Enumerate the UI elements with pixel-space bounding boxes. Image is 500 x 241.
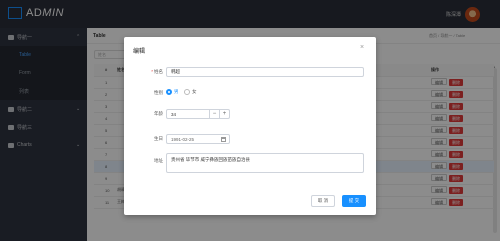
cancel-button[interactable]: 取 消: [311, 195, 335, 207]
gender-male-label: 男: [174, 89, 179, 94]
age-value: 34: [171, 112, 177, 117]
birthday-label: 生日: [154, 136, 163, 141]
gender-female-label: 女: [192, 89, 197, 94]
name-field[interactable]: 韩超: [166, 67, 364, 77]
address-label: 地址: [154, 158, 163, 163]
dialog-title: 编辑: [133, 49, 146, 55]
submit-button[interactable]: 提 交: [342, 195, 366, 207]
age-label: 年龄: [154, 111, 163, 116]
minus-icon[interactable]: −: [209, 110, 219, 118]
radio-unchecked-icon: [184, 89, 190, 95]
plus-icon[interactable]: +: [219, 110, 229, 118]
close-icon[interactable]: ×: [360, 44, 364, 51]
age-stepper[interactable]: 34 − +: [166, 109, 230, 119]
edit-dialog: 编辑 × *姓名 韩超 性别 男 女 年龄 34 − + 生日 1991-02-…: [124, 37, 376, 215]
birthday-datepicker[interactable]: 1991-02-25: [166, 134, 230, 144]
name-label: *姓名: [151, 69, 163, 74]
gender-label: 性别: [154, 90, 163, 95]
calendar-icon: [221, 137, 226, 142]
gender-female-radio[interactable]: 女: [184, 89, 197, 95]
radio-checked-icon: [166, 89, 172, 95]
birthday-value: 1991-02-25: [171, 137, 195, 142]
gender-male-radio[interactable]: 男: [166, 89, 179, 95]
address-textarea[interactable]: 贵州省 毕节市 威宁彝族回族苗族自治县: [166, 153, 364, 173]
